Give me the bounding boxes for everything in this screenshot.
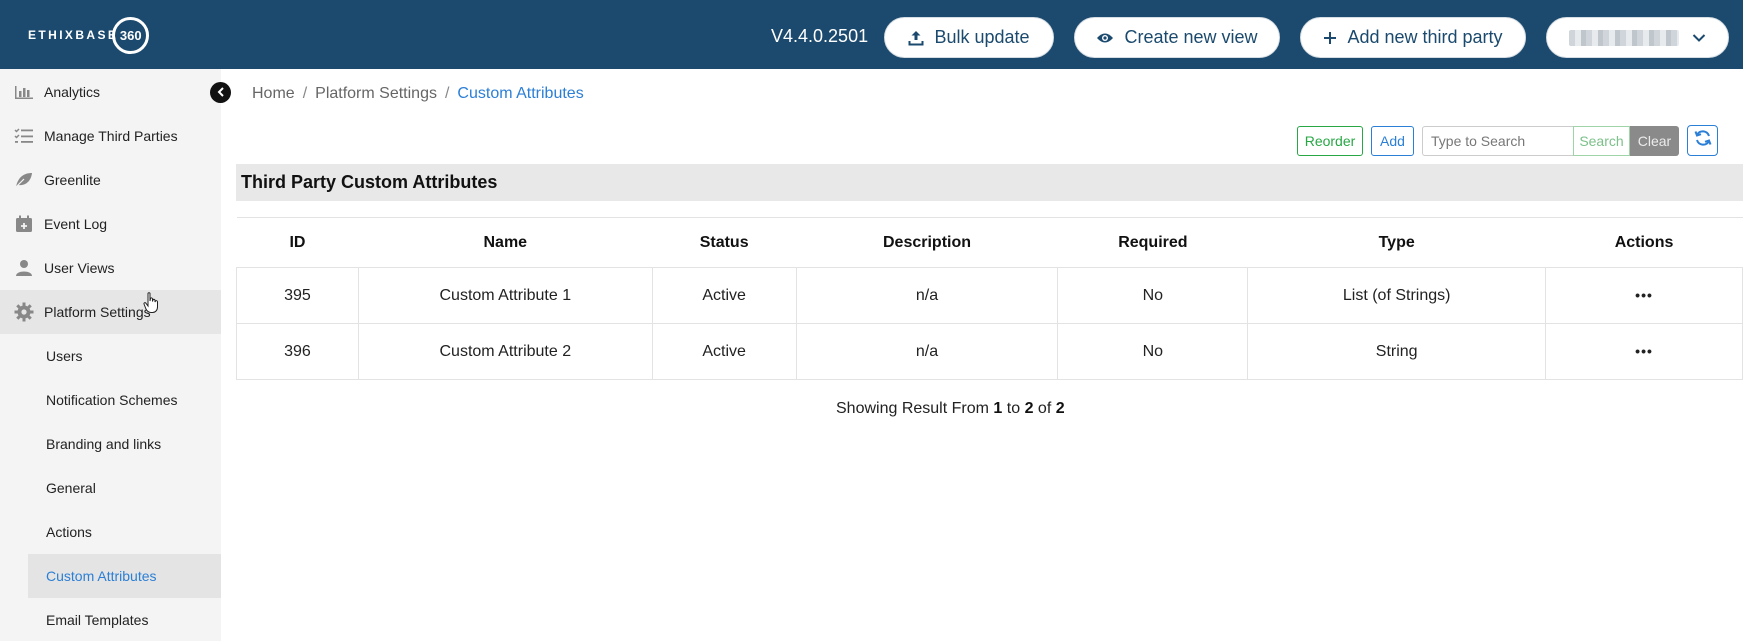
column-header-type[interactable]: Type bbox=[1247, 217, 1546, 268]
sidebar: Analytics Manage Third Parties Greenlite… bbox=[0, 69, 221, 641]
breadcrumb-separator: / bbox=[302, 85, 308, 102]
cell-type: List (of Strings) bbox=[1247, 267, 1547, 324]
sidebar-item-label: User Views bbox=[44, 260, 115, 276]
eye-icon bbox=[1096, 31, 1114, 45]
bar-chart-icon bbox=[12, 80, 36, 104]
sidebar-subitem-users[interactable]: Users bbox=[28, 334, 221, 378]
bulk-update-label: Bulk update bbox=[934, 27, 1030, 47]
pagination-of-word: of bbox=[1037, 400, 1052, 417]
sidebar-item-label: Platform Settings bbox=[44, 304, 151, 320]
search-input[interactable] bbox=[1422, 126, 1573, 156]
breadcrumb-home[interactable]: Home bbox=[252, 85, 295, 103]
cell-actions: ••• bbox=[1545, 323, 1743, 380]
add-third-party-label: Add new third party bbox=[1347, 27, 1503, 47]
pagination-to-word: to bbox=[1006, 400, 1021, 417]
cell-status: Active bbox=[651, 323, 797, 380]
user-icon bbox=[12, 256, 36, 280]
cell-name: Custom Attribute 2 bbox=[357, 323, 653, 380]
search-button[interactable]: Search bbox=[1573, 126, 1630, 156]
refresh-button[interactable] bbox=[1687, 125, 1718, 156]
breadcrumb-current: Custom Attributes bbox=[457, 85, 584, 102]
sidebar-item-platform-settings[interactable]: Platform Settings bbox=[0, 290, 221, 334]
sidebar-item-greenlite[interactable]: Greenlite bbox=[0, 158, 221, 202]
create-new-view-button[interactable]: Create new view bbox=[1074, 17, 1280, 58]
reorder-button[interactable]: Reorder bbox=[1297, 126, 1363, 156]
refresh-icon bbox=[1694, 129, 1712, 152]
chevron-left-icon bbox=[216, 84, 226, 102]
pagination-summary: Showing Result From 1 to 2 of 2 bbox=[836, 400, 1065, 418]
sidebar-subitem-actions[interactable]: Actions bbox=[28, 510, 221, 554]
pagination-total: 2 bbox=[1055, 400, 1065, 417]
logo-circle: 360 bbox=[112, 16, 150, 54]
ethixbase-logo[interactable]: ETHIXBASE 360 bbox=[28, 16, 150, 54]
column-header-actions: Actions bbox=[1545, 217, 1743, 268]
version-label: V4.4.0.2501 bbox=[771, 26, 869, 46]
clear-button[interactable]: Clear bbox=[1630, 126, 1679, 156]
breadcrumb-platform-settings[interactable]: Platform Settings bbox=[315, 85, 437, 103]
chevron-down-icon bbox=[1692, 27, 1706, 48]
column-header-name[interactable]: Name bbox=[358, 217, 653, 268]
hand-cursor-icon bbox=[143, 292, 161, 319]
calendar-plus-icon bbox=[12, 212, 36, 236]
cell-actions: ••• bbox=[1545, 267, 1743, 324]
section-title: Third Party Custom Attributes bbox=[236, 164, 1743, 201]
cell-description: n/a bbox=[795, 323, 1059, 380]
sidebar-item-user-views[interactable]: User Views bbox=[0, 246, 221, 290]
custom-attributes-table: ID Name Status Description Required Type… bbox=[236, 217, 1743, 380]
cell-id: 395 bbox=[236, 267, 359, 324]
add-button[interactable]: Add bbox=[1371, 126, 1414, 156]
table-row: 396 Custom Attribute 2 Active n/a No Str… bbox=[236, 323, 1743, 380]
sidebar-item-label: Analytics bbox=[44, 84, 101, 100]
sidebar-subitem-custom-attributes[interactable]: Custom Attributes bbox=[28, 554, 221, 598]
cell-description: n/a bbox=[795, 267, 1059, 324]
breadcrumb-separator: / bbox=[444, 85, 450, 102]
sidebar-subitem-branding-and-links[interactable]: Branding and links bbox=[28, 422, 221, 466]
top-header: ETHIXBASE 360 V4.4.0.2501 Bulk update Cr… bbox=[0, 0, 1743, 69]
cell-name: Custom Attribute 1 bbox=[357, 267, 653, 324]
cell-type: String bbox=[1247, 323, 1547, 380]
upload-icon bbox=[908, 30, 924, 46]
pagination-to: 2 bbox=[1024, 400, 1034, 417]
more-actions-icon[interactable]: ••• bbox=[1635, 343, 1653, 359]
sidebar-item-event-log[interactable]: Event Log bbox=[0, 202, 221, 246]
sidebar-item-label: Manage Third Parties bbox=[44, 128, 178, 144]
sidebar-subitem-general[interactable]: General bbox=[28, 466, 221, 510]
logo-text: ETHIXBASE bbox=[28, 28, 119, 42]
cell-status: Active bbox=[651, 267, 797, 324]
sidebar-subitem-email-templates[interactable]: Email Templates bbox=[28, 598, 221, 642]
column-header-status[interactable]: Status bbox=[652, 217, 797, 268]
user-name-redacted bbox=[1569, 29, 1679, 46]
sidebar-item-label: Event Log bbox=[44, 216, 108, 232]
column-header-required[interactable]: Required bbox=[1057, 217, 1248, 268]
sidebar-item-label: Greenlite bbox=[44, 172, 101, 188]
list-check-icon bbox=[12, 124, 36, 148]
table-header-row: ID Name Status Description Required Type… bbox=[236, 217, 1743, 268]
bulk-update-button[interactable]: Bulk update bbox=[884, 17, 1054, 58]
table-row: 395 Custom Attribute 1 Active n/a No Lis… bbox=[236, 267, 1743, 324]
cell-required: No bbox=[1057, 323, 1249, 380]
sidebar-item-manage-third-parties[interactable]: Manage Third Parties bbox=[0, 114, 221, 158]
collapse-sidebar-button[interactable] bbox=[210, 82, 231, 103]
cell-required: No bbox=[1057, 267, 1249, 324]
gear-icon bbox=[12, 300, 36, 324]
column-header-id[interactable]: ID bbox=[236, 217, 359, 268]
cell-id: 396 bbox=[236, 323, 359, 380]
user-menu-button[interactable] bbox=[1546, 17, 1729, 58]
column-header-description[interactable]: Description bbox=[796, 217, 1058, 268]
create-view-label: Create new view bbox=[1124, 27, 1258, 47]
plus-icon bbox=[1323, 31, 1337, 45]
pagination-from: 1 bbox=[993, 400, 1003, 417]
breadcrumb: Home / Platform Settings / Custom Attrib… bbox=[252, 85, 584, 103]
leaf-icon bbox=[12, 168, 36, 192]
sidebar-item-analytics[interactable]: Analytics bbox=[0, 70, 221, 114]
more-actions-icon[interactable]: ••• bbox=[1635, 287, 1653, 303]
pagination-prefix: Showing Result From bbox=[836, 400, 989, 417]
sidebar-subitem-notification-schemes[interactable]: Notification Schemes bbox=[28, 378, 221, 422]
add-new-third-party-button[interactable]: Add new third party bbox=[1300, 17, 1526, 58]
